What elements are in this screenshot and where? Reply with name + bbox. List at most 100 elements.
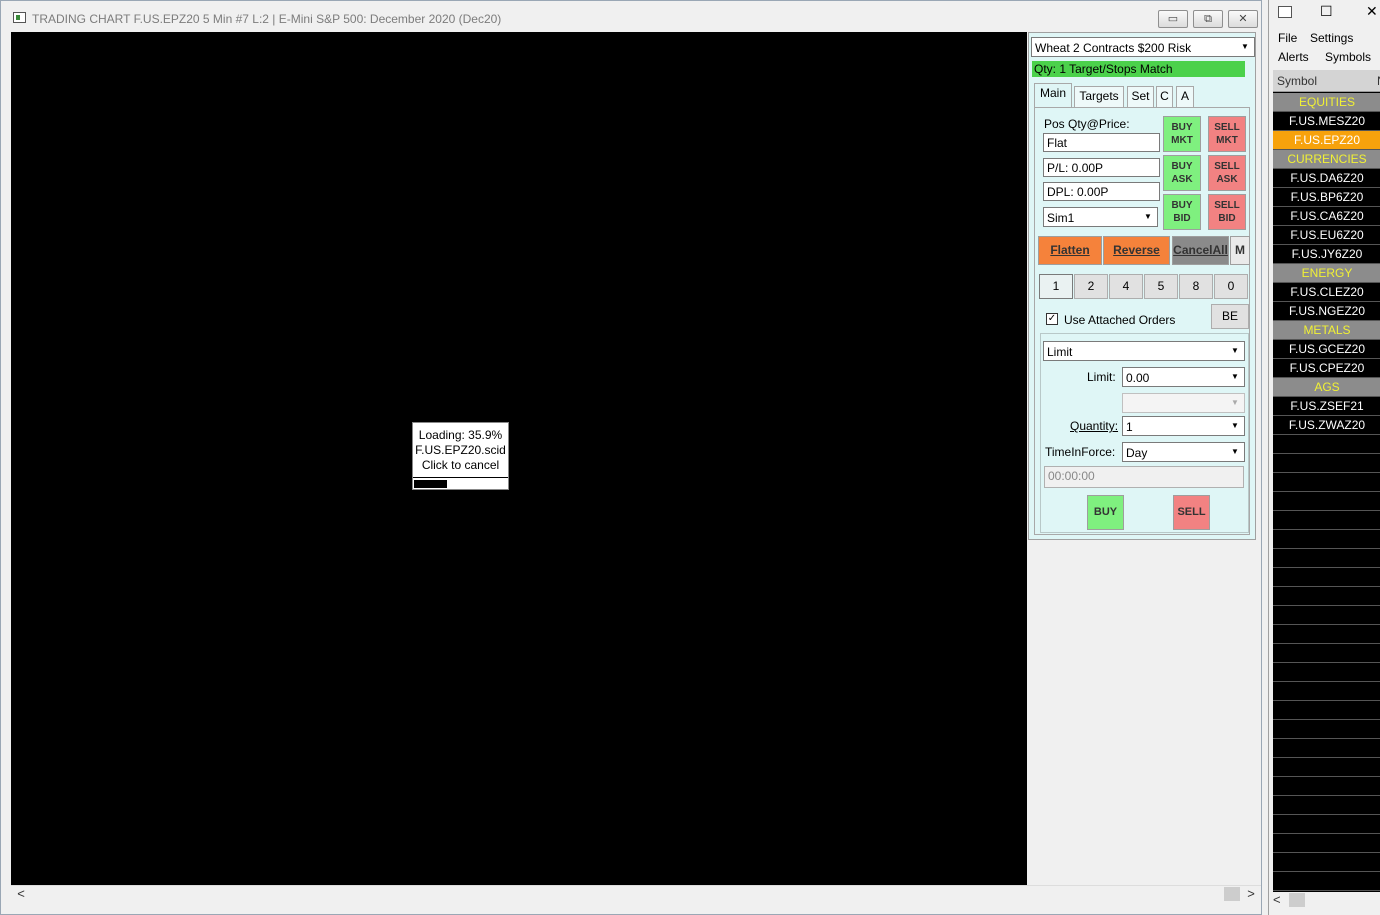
menu-symbols[interactable]: Symbols xyxy=(1325,50,1371,64)
tab-targets[interactable]: Targets xyxy=(1074,86,1124,107)
symbol-row[interactable]: F.US.ZSEF21 xyxy=(1273,397,1380,416)
trade-config-select[interactable]: Wheat 2 Contracts $200 Risk ▼ xyxy=(1031,37,1255,57)
loading-popup[interactable]: Loading: 35.9% F.US.EPZ20.scid Click to … xyxy=(412,422,509,490)
chevron-down-icon: ▼ xyxy=(1227,343,1243,359)
chart-canvas[interactable]: Loading: 35.9% F.US.EPZ20.scid Click to … xyxy=(11,32,1027,885)
scroll-right-icon[interactable]: > xyxy=(1243,886,1259,902)
empty-symbol-row[interactable] xyxy=(1273,872,1380,891)
empty-symbol-row[interactable] xyxy=(1273,720,1380,739)
symbol-row[interactable]: F.US.CA6Z20 xyxy=(1273,207,1380,226)
maximize-icon[interactable]: ☐ xyxy=(1320,3,1333,20)
account-select[interactable]: Sim1 ▼ xyxy=(1043,207,1158,227)
empty-symbol-row[interactable] xyxy=(1273,644,1380,663)
good-till-time-field[interactable]: 00:00:00 xyxy=(1044,466,1244,488)
symbol-column-header[interactable]: Symbol xyxy=(1277,74,1317,88)
empty-symbol-row[interactable] xyxy=(1273,853,1380,872)
empty-symbol-row[interactable] xyxy=(1273,701,1380,720)
empty-symbol-row[interactable] xyxy=(1273,758,1380,777)
qty-button-4[interactable]: 4 xyxy=(1109,274,1143,299)
tab-c[interactable]: C xyxy=(1156,86,1173,107)
menu-file[interactable]: File xyxy=(1278,31,1297,45)
buy-button[interactable]: BUY xyxy=(1087,495,1124,530)
empty-symbol-row[interactable] xyxy=(1273,511,1380,530)
empty-symbol-row[interactable] xyxy=(1273,796,1380,815)
menu-alerts[interactable]: Alerts xyxy=(1278,50,1309,64)
empty-symbol-row[interactable] xyxy=(1273,625,1380,644)
qty-button-8[interactable]: 8 xyxy=(1179,274,1213,299)
symbol-row[interactable]: F.US.BP6Z20 xyxy=(1273,188,1380,207)
symbol-row[interactable]: F.US.NGEZ20 xyxy=(1273,302,1380,321)
minimize-button[interactable]: ▭ xyxy=(1158,10,1188,28)
reverse-button[interactable]: Reverse xyxy=(1103,236,1170,265)
empty-symbol-row[interactable] xyxy=(1273,492,1380,511)
qty-button-5[interactable]: 5 xyxy=(1144,274,1178,299)
chevron-down-icon: ▼ xyxy=(1227,444,1243,460)
symbol-horizontal-scrollbar[interactable]: < xyxy=(1273,892,1380,908)
tab-main[interactable]: Main xyxy=(1034,83,1072,108)
scroll-thumb[interactable] xyxy=(1289,893,1305,907)
sell-button[interactable]: SELL xyxy=(1173,495,1210,530)
order-type-select[interactable]: Limit ▼ xyxy=(1043,341,1245,361)
flatten-button[interactable]: Flatten xyxy=(1038,236,1102,265)
empty-symbol-row[interactable] xyxy=(1273,739,1380,758)
chart-horizontal-scrollbar[interactable]: < > xyxy=(11,885,1261,902)
sell-ask-button[interactable]: SELL ASK xyxy=(1208,155,1246,191)
empty-symbol-row[interactable] xyxy=(1273,587,1380,606)
loading-cancel-hint[interactable]: Click to cancel xyxy=(413,458,508,473)
cancel-all-button[interactable]: CancelAll xyxy=(1172,236,1229,265)
qty-button-0[interactable]: 0 xyxy=(1214,274,1248,299)
symbol-category-row[interactable]: ENERGY xyxy=(1273,264,1380,283)
empty-symbol-row[interactable] xyxy=(1273,549,1380,568)
symbol-row[interactable]: F.US.CLEZ20 xyxy=(1273,283,1380,302)
empty-symbol-row[interactable] xyxy=(1273,606,1380,625)
empty-symbol-row[interactable] xyxy=(1273,682,1380,701)
qty-button-2[interactable]: 2 xyxy=(1074,274,1108,299)
buy-ask-button[interactable]: BUY ASK xyxy=(1163,155,1201,191)
symbol-row[interactable]: F.US.EPZ20 xyxy=(1273,131,1380,150)
chart-title-bar[interactable]: TRADING CHART F.US.EPZ20 5 Min #7 L:2 | … xyxy=(1,1,1261,31)
empty-symbol-row[interactable] xyxy=(1273,834,1380,853)
limit-price-select[interactable]: 0.00 ▼ xyxy=(1122,367,1245,387)
breakeven-button[interactable]: BE xyxy=(1211,304,1249,329)
use-attached-orders-checkbox[interactable]: ✓ xyxy=(1046,313,1058,325)
empty-symbol-row[interactable] xyxy=(1273,530,1380,549)
symbol-row[interactable]: F.US.GCEZ20 xyxy=(1273,340,1380,359)
tif-select[interactable]: Day ▼ xyxy=(1122,442,1245,462)
empty-symbol-row[interactable] xyxy=(1273,777,1380,796)
empty-symbol-row[interactable] xyxy=(1273,663,1380,682)
symbol-category-row[interactable]: AGS xyxy=(1273,378,1380,397)
empty-symbol-row[interactable] xyxy=(1273,435,1380,454)
symbol-list-header[interactable]: Symbol N xyxy=(1273,70,1380,92)
scroll-left-icon[interactable]: < xyxy=(1273,892,1281,907)
buy-market-button[interactable]: BUY MKT xyxy=(1163,116,1201,152)
sell-market-button[interactable]: SELL MKT xyxy=(1208,116,1246,152)
symbol-row[interactable]: F.US.EU6Z20 xyxy=(1273,226,1380,245)
qty-button-1[interactable]: 1 xyxy=(1039,274,1073,299)
symbol-row[interactable]: F.US.JY6Z20 xyxy=(1273,245,1380,264)
restore-button[interactable]: ⧉ xyxy=(1193,10,1223,28)
menu-settings[interactable]: Settings xyxy=(1310,31,1353,45)
sell-bid-button[interactable]: SELL BID xyxy=(1208,194,1246,230)
symbol-row[interactable]: F.US.CPEZ20 xyxy=(1273,359,1380,378)
scroll-thumb[interactable] xyxy=(1224,887,1240,901)
symbol-list[interactable]: Symbol N EQUITIESF.US.MESZ20F.US.EPZ20CU… xyxy=(1273,70,1380,892)
close-button[interactable]: ✕ xyxy=(1228,10,1258,28)
symbol-category-row[interactable]: METALS xyxy=(1273,321,1380,340)
tab-set[interactable]: Set xyxy=(1127,86,1154,107)
scroll-left-icon[interactable]: < xyxy=(13,886,29,902)
symbol-row[interactable]: F.US.DA6Z20 xyxy=(1273,169,1380,188)
m-button[interactable]: M xyxy=(1230,236,1250,265)
symbol-category-row[interactable]: CURRENCIES xyxy=(1273,150,1380,169)
empty-symbol-row[interactable] xyxy=(1273,815,1380,834)
empty-symbol-row[interactable] xyxy=(1273,454,1380,473)
empty-symbol-row[interactable] xyxy=(1273,473,1380,492)
empty-symbol-row[interactable] xyxy=(1273,568,1380,587)
close-icon[interactable]: ✕ xyxy=(1366,3,1378,20)
buy-bid-button[interactable]: BUY BID xyxy=(1163,194,1201,230)
close-icon: ✕ xyxy=(1238,13,1248,25)
symbol-row[interactable]: F.US.ZWAZ20 xyxy=(1273,416,1380,435)
symbol-category-row[interactable]: EQUITIES xyxy=(1273,93,1380,112)
symbol-row[interactable]: F.US.MESZ20 xyxy=(1273,112,1380,131)
tab-a[interactable]: A xyxy=(1176,86,1194,107)
quantity-select[interactable]: 1 ▼ xyxy=(1122,416,1245,436)
